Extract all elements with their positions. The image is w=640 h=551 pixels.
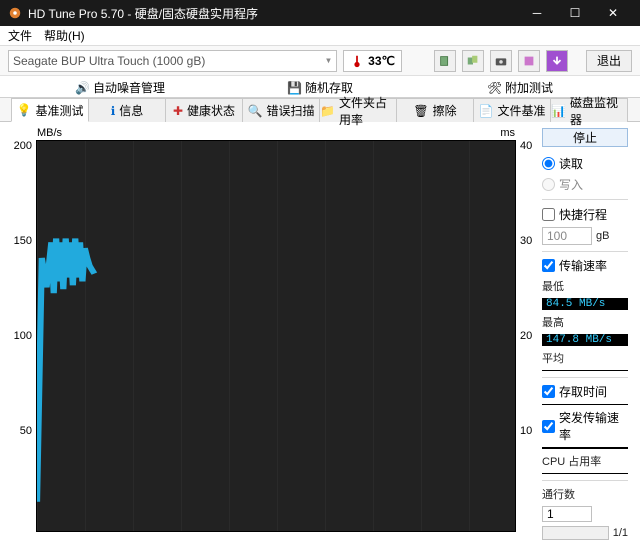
minimize-button[interactable]: ─ bbox=[518, 0, 556, 26]
passes-bar bbox=[542, 526, 609, 540]
close-button[interactable]: ✕ bbox=[594, 0, 632, 26]
screenshot-button[interactable] bbox=[490, 50, 512, 72]
short-stroke-input[interactable] bbox=[542, 227, 592, 245]
maximize-button[interactable]: ☐ bbox=[556, 0, 594, 26]
check-access-time[interactable]: 存取时间 bbox=[542, 383, 628, 400]
tab-row-main: 💡基准测试 ℹ信息 ✚健康状态 🔍错误扫描 📁文件夹占用率 🗑擦除 📄文件基准 … bbox=[0, 98, 640, 122]
copy-info-button[interactable] bbox=[434, 50, 456, 72]
copy-screenshot-button[interactable] bbox=[462, 50, 484, 72]
tab-error-scan[interactable]: 🔍错误扫描 bbox=[242, 98, 320, 122]
tab-row-secondary: 🔊自动噪音管理 💾随机存取 🛠附加测试 bbox=[0, 76, 640, 98]
radio-read[interactable]: 读取 bbox=[542, 155, 628, 172]
side-panel: 停止 读取 写入 快捷行程 gB 传输速率 最低 84.5 MB/s 最高 14… bbox=[538, 126, 628, 540]
tab-file-bench[interactable]: 📄文件基准 bbox=[473, 98, 551, 122]
drive-select[interactable]: Seagate BUP Ultra Touch (1000 gB) bbox=[8, 50, 337, 72]
tab-erase[interactable]: 🗑擦除 bbox=[396, 98, 474, 122]
passes-display: 1/1 bbox=[613, 527, 628, 539]
chart-y-left-axis: 200 150 100 50 bbox=[12, 126, 34, 540]
label-avg: 平均 bbox=[542, 350, 628, 366]
titlebar: HD Tune Pro 5.70 - 硬盘/固态硬盘实用程序 ─ ☐ ✕ bbox=[0, 0, 640, 26]
menu-file[interactable]: 文件 bbox=[8, 27, 32, 44]
label-max: 最高 bbox=[542, 314, 628, 330]
value-min: 84.5 MB/s bbox=[542, 298, 628, 310]
drive-label: Seagate BUP Ultra Touch (1000 gB) bbox=[13, 54, 205, 68]
tab-benchmark[interactable]: 💡基准测试 bbox=[11, 98, 89, 122]
value-cpu bbox=[542, 473, 628, 474]
value-avg bbox=[542, 370, 628, 371]
chart-y-right-axis: 40 30 20 10 bbox=[518, 126, 538, 540]
menu-help[interactable]: 帮助(H) bbox=[44, 27, 85, 44]
menubar: 文件 帮助(H) bbox=[0, 26, 640, 46]
app-icon bbox=[8, 6, 22, 20]
passes-progress: 1/1 bbox=[542, 526, 628, 540]
tab-folder-usage[interactable]: 📁文件夹占用率 bbox=[319, 98, 397, 122]
window-title: HD Tune Pro 5.70 - 硬盘/固态硬盘实用程序 bbox=[28, 5, 518, 22]
wrench-icon: 🛠 bbox=[487, 81, 501, 95]
file-icon: 📄 bbox=[479, 104, 494, 118]
value-max: 147.8 MB/s bbox=[542, 334, 628, 346]
passes-input[interactable] bbox=[542, 506, 592, 522]
save-button[interactable] bbox=[546, 50, 568, 72]
tab-disk-monitor[interactable]: 📊磁盘监视器 bbox=[550, 98, 628, 122]
info-icon: ℹ bbox=[111, 104, 116, 118]
value-burst-rate bbox=[542, 447, 628, 448]
check-short-stroke[interactable]: 快捷行程 bbox=[542, 206, 628, 223]
chart-y-left-label: MB/s bbox=[37, 127, 62, 139]
exit-button[interactable]: 退出 bbox=[586, 50, 632, 72]
label-passes: 通行数 bbox=[542, 486, 628, 502]
trash-icon: 🗑 bbox=[413, 104, 428, 118]
check-burst-rate[interactable]: 突发传输速率 bbox=[542, 409, 628, 443]
chart-area: 200 150 100 50 MB/s ms 40 30 20 10 bbox=[12, 126, 538, 540]
label-cpu: CPU 占用率 bbox=[542, 453, 628, 469]
label-min: 最低 bbox=[542, 278, 628, 294]
chart-line-svg bbox=[37, 141, 515, 531]
health-icon: ✚ bbox=[173, 104, 183, 118]
content-area: 200 150 100 50 MB/s ms 40 30 20 10 停止 读取… bbox=[0, 121, 640, 550]
temperature-display: 33℃ bbox=[343, 50, 402, 72]
speaker-icon: 🔊 bbox=[75, 81, 89, 95]
stop-button[interactable]: 停止 bbox=[542, 128, 628, 147]
options-button[interactable] bbox=[518, 50, 540, 72]
chart-y-right-label: ms bbox=[500, 127, 515, 139]
tab-info[interactable]: ℹ信息 bbox=[88, 98, 166, 122]
thermometer-icon bbox=[350, 54, 364, 68]
temperature-value: 33℃ bbox=[368, 54, 395, 68]
chart-canvas: MB/s ms bbox=[36, 140, 516, 532]
monitor-icon: 📊 bbox=[551, 104, 566, 118]
short-stroke-field: gB bbox=[542, 227, 628, 245]
check-transfer-rate[interactable]: 传输速率 bbox=[542, 257, 628, 274]
search-icon: 🔍 bbox=[248, 104, 263, 118]
value-access-time bbox=[542, 404, 628, 405]
tab-auto-noise[interactable]: 🔊自动噪音管理 bbox=[20, 77, 220, 99]
tab-health[interactable]: ✚健康状态 bbox=[165, 98, 243, 122]
radio-write[interactable]: 写入 bbox=[542, 176, 628, 193]
folder-icon: 📁 bbox=[320, 104, 335, 118]
disk-icon: 💾 bbox=[287, 81, 301, 95]
bulb-icon: 💡 bbox=[17, 103, 32, 117]
toolbar: Seagate BUP Ultra Touch (1000 gB) 33℃ 退出 bbox=[0, 46, 640, 76]
